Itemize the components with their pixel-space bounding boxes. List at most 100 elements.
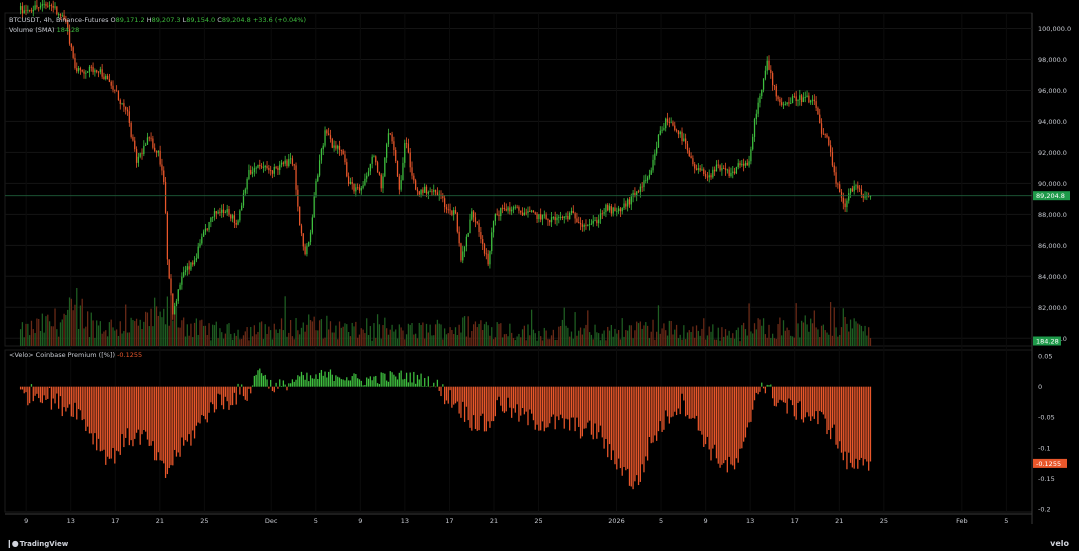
volume-bar [804, 315, 806, 346]
candle [799, 89, 801, 106]
candle [366, 172, 368, 183]
candle [161, 158, 163, 176]
candle [309, 229, 312, 246]
volume-bar [94, 337, 96, 346]
premium-bar [409, 372, 411, 387]
candle [737, 159, 739, 170]
premium-bar [458, 386, 460, 414]
candle-body [116, 90, 118, 92]
volume-bar [103, 331, 105, 346]
candle-body [530, 210, 533, 212]
premium-bar [795, 386, 797, 420]
volume-bar [324, 337, 326, 346]
volume-bar [166, 296, 169, 346]
tradingview-logo[interactable]: ❙● TradingView [6, 539, 68, 548]
candle-body [25, 10, 27, 12]
candle [516, 204, 518, 209]
volume-bar [505, 333, 507, 346]
volume-bar [250, 326, 252, 346]
volume-bar [509, 323, 511, 346]
candle [453, 207, 455, 221]
premium-bar [346, 377, 348, 387]
volume-bar [511, 332, 513, 346]
volume-bar [773, 338, 776, 346]
candle [685, 133, 687, 149]
candle-body [840, 192, 843, 198]
candle [402, 157, 404, 181]
volume-bar [353, 326, 355, 346]
volume-bar [775, 338, 777, 346]
candle [514, 204, 516, 210]
premium-bar [177, 386, 179, 453]
high-value: 89,207.3 [151, 16, 181, 24]
candle-body [583, 224, 585, 227]
volume-bar [782, 320, 785, 346]
premium-bar [596, 386, 598, 439]
premium-bar [415, 383, 417, 387]
volume-bar [344, 323, 346, 346]
candle [38, 6, 40, 12]
candle [244, 187, 246, 197]
candle-body [596, 220, 598, 224]
candle-body [623, 203, 625, 208]
candle-body [251, 172, 254, 174]
candle [132, 134, 134, 142]
volume-bar [679, 334, 681, 346]
volume-bar [358, 334, 361, 346]
premium-bar [273, 386, 275, 393]
symbol-label[interactable]: BTCUSDT, 4h, Binance-Futures [9, 16, 108, 24]
premium-bar [485, 386, 487, 432]
candle [268, 164, 270, 174]
candle-body [826, 134, 828, 138]
premium-bar [516, 386, 518, 405]
premium-bar [116, 386, 118, 451]
volume-bar [739, 341, 741, 346]
candle [364, 173, 366, 187]
premium-bar [416, 374, 419, 387]
volume-label[interactable]: Volume (SMA) [9, 26, 55, 34]
candle [476, 221, 478, 225]
candle [585, 219, 587, 230]
candle-body [808, 95, 810, 103]
candle-body [710, 175, 712, 178]
premium-bar [233, 386, 236, 393]
candle-body [295, 165, 297, 190]
trading-chart[interactable]: 100,000.098,000.096,000.094,000.092,000.… [0, 0, 1079, 551]
candle [686, 141, 689, 154]
volume-bar [429, 324, 431, 346]
volume-bar [398, 324, 400, 346]
candle-body [219, 211, 221, 213]
premium-bar [197, 386, 199, 423]
candle [478, 219, 480, 237]
premium-bar [764, 386, 767, 394]
candle [656, 141, 658, 156]
premium-bar [63, 386, 65, 408]
candle-body [699, 168, 701, 171]
candle-body [183, 272, 185, 277]
candle-body [255, 167, 257, 169]
volume-bar [260, 321, 263, 346]
indicator-label[interactable]: <Velo> Coinbase Premium ([%]) [9, 351, 115, 359]
volume-bar [157, 315, 159, 346]
volume-bar [545, 330, 547, 346]
time-tick-label: 5 [659, 517, 663, 525]
volume-bar [469, 337, 471, 346]
candle-body [148, 137, 150, 139]
premium-bar [779, 386, 781, 400]
premium-bar [208, 386, 210, 413]
candle [735, 166, 738, 175]
candle [139, 152, 141, 159]
candle-body [802, 97, 805, 103]
volume-bar [415, 333, 417, 346]
candle [469, 213, 471, 234]
volume-bar [596, 332, 598, 346]
premium-bar [581, 386, 583, 437]
premium-value-label: -0.1255 [1036, 460, 1061, 468]
candle-body [779, 99, 781, 103]
volume-bar [195, 318, 198, 346]
premium-bar [308, 381, 310, 387]
volume-bar [277, 332, 279, 346]
time-tick-label: 25 [880, 517, 888, 525]
candle-body [389, 133, 391, 135]
premium-bar [683, 386, 685, 401]
